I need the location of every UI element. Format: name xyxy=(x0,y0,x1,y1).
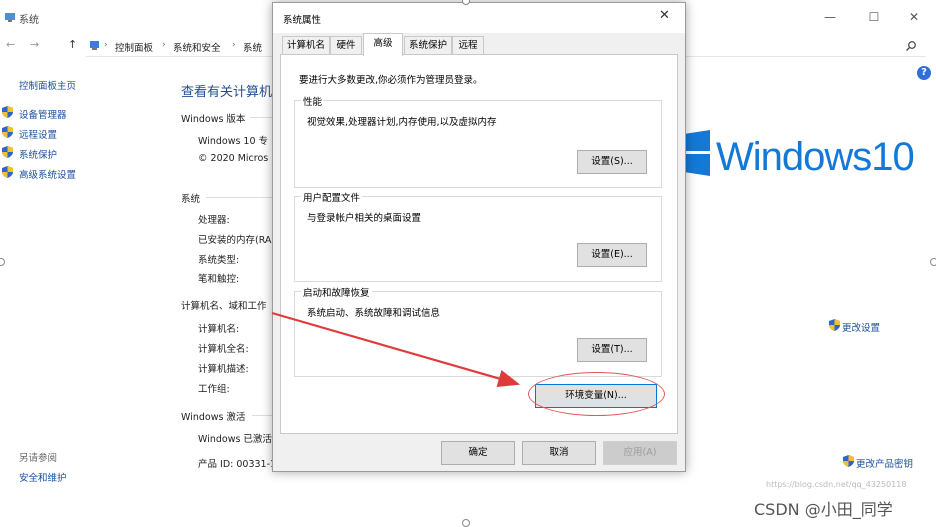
watermark-url: https://blog.csdn.net/qq_43250118 xyxy=(766,480,907,489)
user-profiles-group: 用户配置文件 与登录帐户相关的桌面设置 设置(E)... xyxy=(294,190,662,282)
edge-handle xyxy=(930,258,936,266)
performance-group-title: 性能 xyxy=(301,94,325,108)
ok-button[interactable]: 确定 xyxy=(441,441,515,465)
cancel-button[interactable]: 取消 xyxy=(522,441,596,465)
breadcrumb-system-security[interactable]: 系统和安全 xyxy=(173,40,221,54)
breadcrumb-separator: › xyxy=(104,40,108,50)
tab-system-protection[interactable]: 系统保护 xyxy=(404,36,452,55)
startup-recovery-settings-button[interactable]: 设置(T)... xyxy=(577,338,647,362)
windows-logo-icon xyxy=(684,130,710,176)
workgroup-label: 工作组: xyxy=(198,384,230,395)
dialog-title: 系统属性 xyxy=(283,15,322,26)
computer-name-heading: 计算机名、域和工作 xyxy=(181,301,267,312)
dialog-titlebar xyxy=(273,3,685,33)
tab-remote[interactable]: 远程 xyxy=(452,36,484,55)
sidebar-item-device-manager[interactable]: 设备管理器 xyxy=(19,107,67,121)
shield-icon xyxy=(2,106,13,118)
tab-computer-name[interactable]: 计算机名 xyxy=(282,36,330,55)
startup-recovery-description: 系统启动、系统故障和调试信息 xyxy=(307,308,441,319)
page-title: 查看有关计算机 xyxy=(181,85,273,100)
close-button[interactable]: ✕ xyxy=(902,8,926,26)
activation-status: Windows 已激活 xyxy=(198,434,272,445)
shield-icon xyxy=(2,166,13,178)
control-panel-icon xyxy=(90,41,99,50)
see-also-heading: 另请参阅 xyxy=(19,453,58,464)
edge-handle xyxy=(462,519,470,527)
maximize-button[interactable]: ☐ xyxy=(862,8,886,26)
startup-recovery-group-title: 启动和故障恢复 xyxy=(301,285,372,299)
tab-hardware[interactable]: 硬件 xyxy=(330,36,362,55)
help-icon[interactable]: ? xyxy=(917,66,931,80)
search-icon[interactable] xyxy=(905,40,917,52)
activation-heading: Windows 激活 xyxy=(181,412,246,423)
user-profiles-group-title: 用户配置文件 xyxy=(301,190,363,204)
memory-label: 已安装的内存(RA xyxy=(198,235,272,246)
change-settings-link[interactable]: 更改设置 xyxy=(842,320,880,334)
performance-group: 性能 视觉效果,处理器计划,内存使用,以及虚拟内存 设置(S)... xyxy=(294,94,662,188)
performance-settings-button[interactable]: 设置(S)... xyxy=(577,150,647,174)
window-title: 系统 xyxy=(19,15,39,26)
full-computer-name-label: 计算机全名: xyxy=(198,344,249,355)
user-profiles-settings-button[interactable]: 设置(E)... xyxy=(577,243,647,267)
edge-handle xyxy=(0,258,5,266)
startup-recovery-group: 启动和故障恢复 系统启动、系统故障和调试信息 设置(T)... xyxy=(294,285,662,377)
dialog-close-button[interactable]: ✕ xyxy=(659,8,670,23)
copyright-text: © 2020 Micros xyxy=(198,153,269,164)
breadcrumb-system[interactable]: 系统 xyxy=(243,40,262,54)
minimize-button[interactable]: — xyxy=(818,8,842,26)
user-profiles-description: 与登录帐户相关的桌面设置 xyxy=(307,213,422,224)
sidebar-item-advanced-settings[interactable]: 高级系统设置 xyxy=(19,167,76,181)
admin-note: 要进行大多数更改,你必须作为管理员登录。 xyxy=(299,75,483,86)
edition-name: Windows 10 专 xyxy=(198,136,269,147)
system-heading: 系统 xyxy=(181,194,201,205)
computer-name-label: 计算机名: xyxy=(198,324,240,335)
shield-icon xyxy=(2,146,13,158)
forward-icon[interactable]: → xyxy=(30,38,39,51)
pen-touch-label: 笔和触控: xyxy=(198,274,240,285)
up-icon[interactable]: ↑ xyxy=(68,38,77,51)
processor-label: 处理器: xyxy=(198,215,230,226)
product-id: 产品 ID: 00331-1 xyxy=(198,459,277,470)
sidebar-item-system-protection[interactable]: 系统保护 xyxy=(19,147,57,161)
breadcrumb-control-panel[interactable]: 控制面板 xyxy=(115,40,153,54)
sidebar-item-remote-settings[interactable]: 远程设置 xyxy=(19,127,57,141)
system-type-label: 系统类型: xyxy=(198,255,240,266)
computer-description-label: 计算机描述: xyxy=(198,364,249,375)
back-icon[interactable]: ← xyxy=(6,38,15,51)
performance-description: 视觉效果,处理器计划,内存使用,以及虚拟内存 xyxy=(307,117,497,128)
breadcrumb-separator: › xyxy=(162,40,166,50)
annotation-ellipse xyxy=(528,372,665,416)
shield-icon xyxy=(843,455,854,467)
csdn-watermark: CSDN @小田_同学 xyxy=(754,500,893,519)
shield-icon xyxy=(829,319,840,331)
shield-icon xyxy=(2,126,13,138)
breadcrumb-separator: › xyxy=(232,40,236,50)
system-icon xyxy=(5,13,15,22)
divider xyxy=(206,197,280,198)
tab-advanced[interactable]: 高级 xyxy=(363,33,403,56)
windows-10-logo: Windows10 xyxy=(716,135,915,179)
change-product-key-link[interactable]: 更改产品密钥 xyxy=(856,456,913,470)
apply-button[interactable]: 应用(A) xyxy=(603,441,677,465)
control-panel-home-link[interactable]: 控制面板主页 xyxy=(19,78,76,92)
security-maintenance-link[interactable]: 安全和维护 xyxy=(19,470,67,484)
edition-heading: Windows 版本 xyxy=(181,114,246,125)
